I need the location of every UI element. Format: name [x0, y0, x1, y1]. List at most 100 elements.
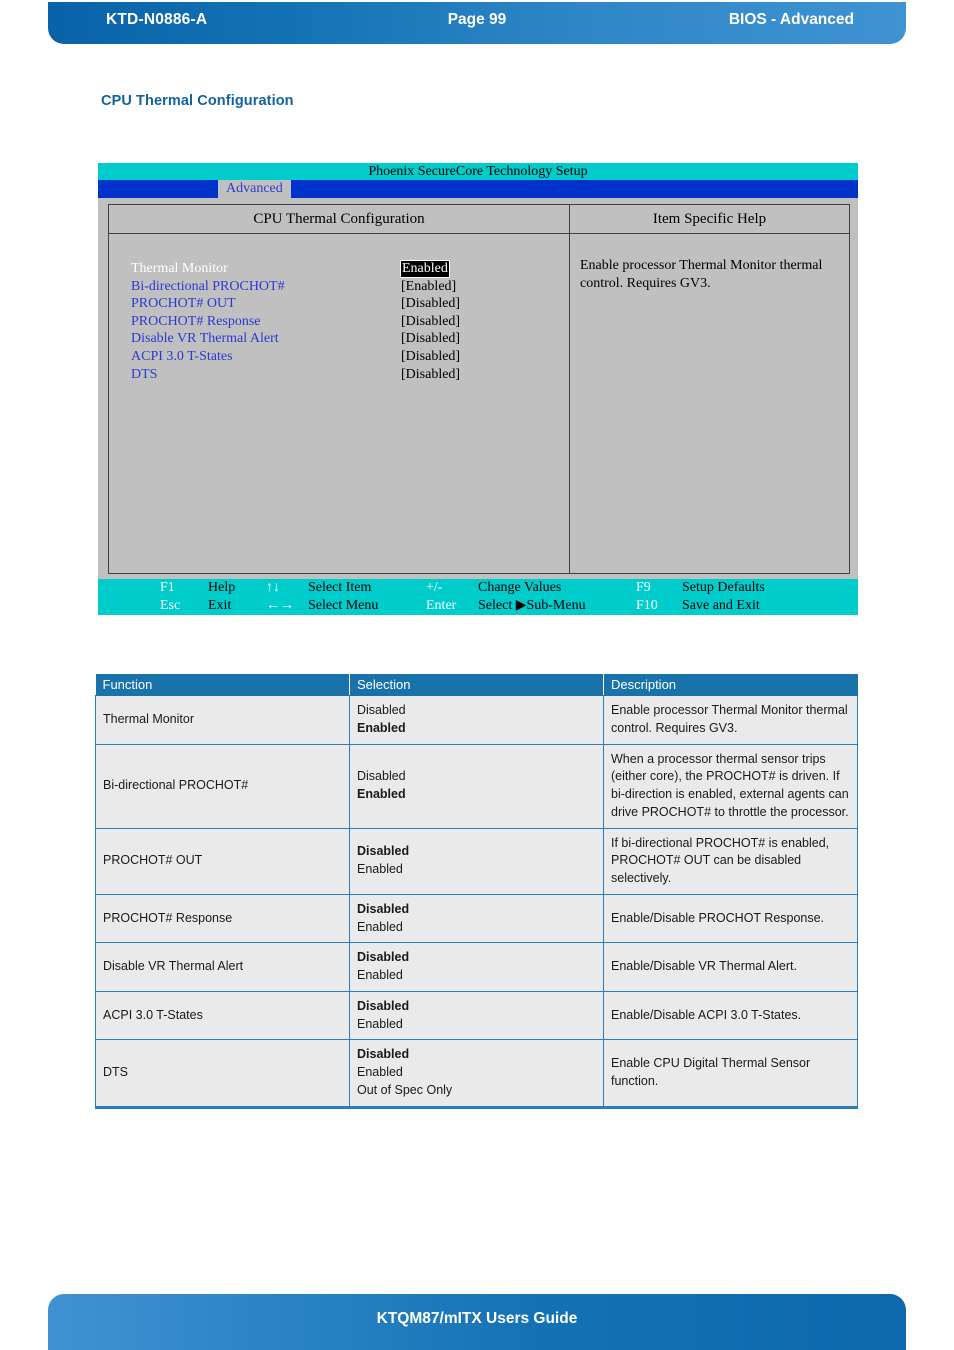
- bios-setting-label: PROCHOT# Response: [131, 313, 261, 329]
- selection-option: Enabled: [357, 919, 403, 934]
- bios-title-bar: Phoenix SecureCore Technology Setup: [98, 163, 858, 180]
- bios-key-name: ←→: [266, 598, 294, 613]
- bios-key-action: Change Values: [478, 580, 562, 595]
- cell-function: DTS: [95, 1039, 350, 1109]
- bios-function-key-bar: F1 Help ↑↓ Select Item +/- Change Values F9 Set…: [98, 579, 858, 615]
- bios-key-name: Esc: [160, 598, 181, 613]
- bios-key-action: Select ▶Sub-Menu: [478, 598, 586, 613]
- bios-setting-value[interactable]: Enabled: [400, 260, 450, 278]
- selection-option: Enabled: [357, 1065, 403, 1079]
- bios-key-name: F10: [636, 598, 658, 613]
- bios-key-action: Select Menu: [308, 598, 379, 613]
- bios-key-name: F9: [636, 580, 651, 595]
- table-row: Disable VR Thermal Alert Disabled Enabled E…: [95, 942, 858, 992]
- bios-key-row-2: Esc Exit ←→ Select Menu Enter Select ▶Sub-Men…: [98, 597, 858, 615]
- cell-selection: Disabled Enabled: [349, 743, 604, 829]
- selection-option: Enabled: [357, 787, 406, 801]
- bios-setting-label: Bi-directional PROCHOT#: [131, 278, 285, 294]
- bios-setting-row[interactable]: PROCHOT# Response [Disabled]: [131, 314, 563, 332]
- cell-function: PROCHOT# Response: [95, 893, 350, 944]
- bios-content-area: CPU Thermal Configuration Thermal Monito…: [108, 204, 850, 574]
- selection-option: Disabled: [357, 998, 410, 1013]
- table-row: DTS Disabled Enabled Out of Spec Only Enable…: [95, 1039, 858, 1109]
- table-header-row: Function Selection Description: [95, 674, 858, 696]
- bios-setting-label: Thermal Monitor: [131, 261, 228, 276]
- bios-help-panel-title: Item Specific Help: [570, 205, 849, 234]
- cell-description: Enable CPU Digital Thermal Sensor functi…: [603, 1039, 858, 1109]
- cell-description: When a processor thermal sensor trips (e…: [603, 743, 858, 829]
- table-row: Thermal Monitor Disabled Enabled Enable pro…: [95, 695, 858, 745]
- selection-option: Enabled: [357, 720, 406, 735]
- selection-option: Disabled: [357, 901, 410, 916]
- selection-option: Disabled: [357, 844, 410, 859]
- selection-option: Enabled: [357, 862, 403, 877]
- page-footer-bar: KTQM87/mITX Users Guide: [48, 1294, 906, 1350]
- bios-setting-value[interactable]: [Disabled]: [401, 367, 460, 383]
- bios-key-row-1: F1 Help ↑↓ Select Item +/- Change Values F9 Set…: [98, 579, 858, 597]
- table-row: PROCHOT# Response Disabled Enabled Enable/D…: [95, 893, 858, 944]
- bios-key-action: Help: [208, 580, 236, 595]
- cell-function: Thermal Monitor: [95, 695, 350, 745]
- table-row: Bi-directional PROCHOT# Disabled Enabled Wh…: [95, 743, 858, 829]
- table-row: ACPI 3.0 T-States Disabled Enabled Enable/D…: [95, 990, 858, 1041]
- bios-key-action: Select Item: [308, 580, 372, 595]
- bios-setting-value[interactable]: [Disabled]: [401, 349, 460, 365]
- cell-description: Enable/Disable VR Thermal Alert.: [603, 942, 858, 992]
- cell-description: Enable/Disable PROCHOT Response.: [603, 893, 858, 944]
- column-header-function: Function: [95, 674, 350, 696]
- bios-key-name: +/-: [426, 580, 443, 595]
- footer-guide-title: KTQM87/mITX Users Guide: [376, 1310, 578, 1327]
- bios-key-name: Enter: [426, 598, 457, 613]
- bios-key-action: Exit: [208, 598, 232, 613]
- selection-option: Enabled: [357, 1016, 403, 1031]
- bios-key-name: ↑↓: [266, 580, 280, 595]
- bios-setting-row[interactable]: ACPI 3.0 T-States [Disabled]: [131, 349, 563, 367]
- bios-setting-label: Disable VR Thermal Alert: [131, 331, 279, 347]
- bios-settings-panel: CPU Thermal Configuration Thermal Monito…: [109, 205, 570, 573]
- bios-setting-row[interactable]: Thermal Monitor Enabled: [131, 260, 563, 279]
- bios-setting-label: PROCHOT# OUT: [131, 296, 236, 312]
- bios-settings-list: Thermal Monitor Enabled Bi-directional PRO…: [131, 260, 563, 385]
- bios-setting-value[interactable]: [Disabled]: [401, 314, 460, 330]
- cell-selection: Disabled Enabled: [349, 827, 604, 895]
- bios-setting-label: DTS: [131, 366, 158, 382]
- bios-key-action: Save and Exit: [682, 598, 760, 613]
- page-title: CPU Thermal Configuration: [101, 93, 294, 109]
- bios-setting-row[interactable]: Bi-directional PROCHOT# [Enabled]: [131, 279, 563, 297]
- bios-help-text: Enable processor Thermal Monitor thermal…: [580, 258, 823, 291]
- bios-setting-row[interactable]: PROCHOT# OUT [Disabled]: [131, 296, 563, 314]
- cell-description: If bi-directional PROCHOT# is enabled, P…: [603, 827, 858, 895]
- bios-key-name: F1: [160, 580, 175, 595]
- settings-reference-table: Function Selection Description Thermal M…: [95, 674, 858, 1109]
- bios-setup-screen: Phoenix SecureCore Technology Setup Adva…: [98, 163, 858, 615]
- cell-selection: Disabled Enabled Out of Spec Only: [349, 1039, 604, 1109]
- cell-selection: Disabled Enabled: [349, 893, 604, 944]
- header-section-title: BIOS - Advanced: [728, 11, 854, 28]
- bios-setting-value[interactable]: [Disabled]: [401, 296, 460, 312]
- bios-menu-tab-advanced[interactable]: Advanced: [218, 180, 291, 198]
- cell-selection: Disabled Enabled: [349, 990, 604, 1041]
- selection-option: Enabled: [357, 968, 403, 982]
- bios-setting-value[interactable]: [Enabled]: [401, 279, 456, 295]
- cell-description: Enable/Disable ACPI 3.0 T-States.: [603, 990, 858, 1041]
- selection-option: Disabled: [357, 1047, 410, 1062]
- cell-selection: Disabled Enabled: [349, 942, 604, 992]
- cell-selection: Disabled Enabled: [349, 695, 604, 745]
- bios-setting-value[interactable]: [Disabled]: [401, 331, 460, 347]
- bios-setting-row[interactable]: Disable VR Thermal Alert [Disabled]: [131, 331, 563, 349]
- bios-help-panel: Item Specific Help Enable processor Ther…: [570, 205, 849, 573]
- selection-option: Out of Spec Only: [357, 1082, 453, 1097]
- cell-function: ACPI 3.0 T-States: [95, 990, 350, 1041]
- selection-option: Disabled: [357, 769, 406, 784]
- bios-setting-label: ACPI 3.0 T-States: [131, 348, 233, 364]
- column-header-selection: Selection: [349, 674, 604, 696]
- cell-function: Disable VR Thermal Alert: [95, 942, 350, 992]
- bios-menu-bar: Advanced: [98, 180, 858, 198]
- cell-description: Enable processor Thermal Monitor thermal…: [603, 695, 858, 745]
- bios-setting-row[interactable]: DTS [Disabled]: [131, 367, 563, 385]
- cell-function: Bi-directional PROCHOT#: [95, 743, 350, 829]
- bios-settings-panel-title: CPU Thermal Configuration: [109, 205, 569, 234]
- cell-function: PROCHOT# OUT: [95, 827, 350, 895]
- page-header-bar: KTD-N0886-A Page 99 BIOS - Advanced: [48, 2, 906, 44]
- selection-option: Disabled: [357, 950, 410, 965]
